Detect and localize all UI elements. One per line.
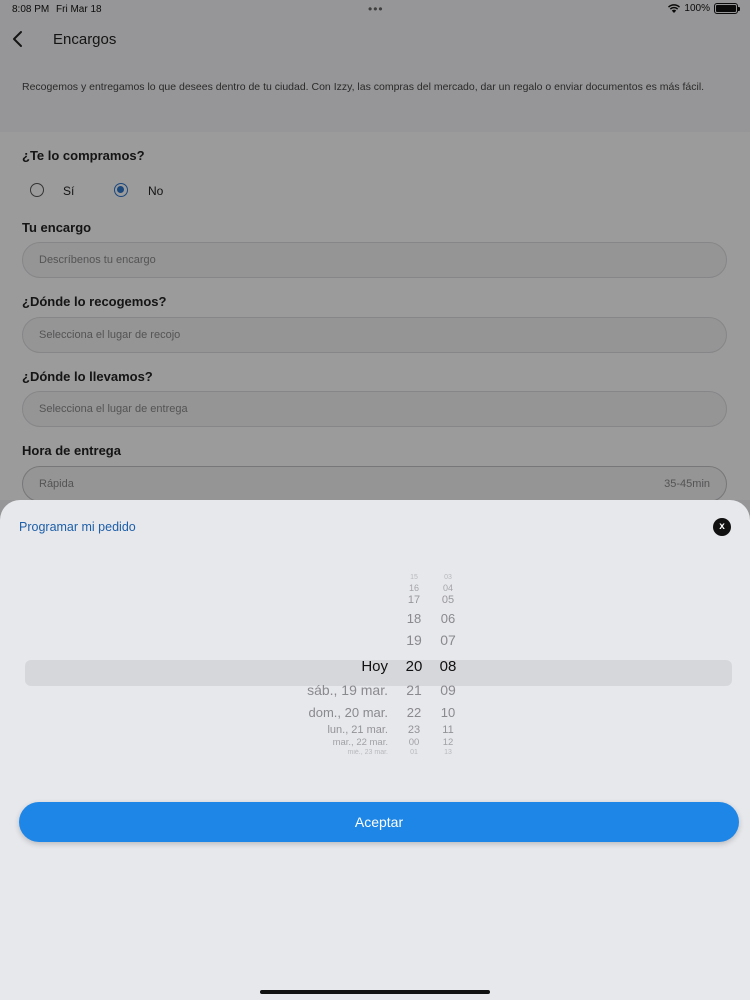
picker-hour-option[interactable]: 18	[407, 611, 421, 626]
picker-minute-option[interactable]: 11	[442, 724, 453, 736]
picker-minute-option[interactable]: 09	[440, 682, 456, 698]
picker-hour-option[interactable]: 17	[408, 594, 420, 606]
picker-minute-option[interactable]: 08	[440, 658, 457, 675]
picker-minute-option[interactable]: 07	[440, 632, 456, 648]
picker-hour-option[interactable]: 19	[406, 632, 422, 648]
picker-minute-option[interactable]: 13	[444, 749, 452, 756]
picker-minute-option[interactable]: 12	[443, 737, 454, 748]
picker-minute-option[interactable]: 05	[442, 594, 454, 606]
picker-day-option[interactable]: Hoy	[361, 658, 388, 675]
picker-minute-option[interactable]: 06	[441, 611, 455, 626]
close-button[interactable]: x	[713, 518, 731, 536]
picker-day-option[interactable]: mar., 22 mar.	[333, 737, 388, 748]
picker-minute-option[interactable]: 03	[444, 574, 452, 581]
sheet-title: Programar mi pedido	[19, 520, 136, 534]
picker-minute-option[interactable]: 04	[443, 583, 453, 593]
picker-hour-option[interactable]: 01	[410, 749, 418, 756]
accept-button[interactable]: Aceptar	[19, 802, 739, 842]
picker-hour-option[interactable]: 21	[406, 682, 422, 698]
picker-hour-option[interactable]: 23	[408, 724, 420, 736]
picker-minute-option[interactable]: 10	[441, 705, 455, 720]
picker-day-option[interactable]: mié., 23 mar.	[348, 749, 388, 756]
picker-day-option[interactable]: sáb., 19 mar.	[307, 682, 388, 698]
picker-hour-option[interactable]: 22	[407, 705, 421, 720]
picker-day-option[interactable]: dom., 20 mar.	[309, 705, 388, 720]
picker-hour-option[interactable]: 20	[406, 658, 423, 675]
schedule-sheet: Programar mi pedido x Hoy sáb., 19 mar. do…	[0, 500, 750, 1000]
home-indicator	[260, 990, 490, 994]
picker-hour-option[interactable]: 15	[410, 574, 418, 581]
picker-hour-option[interactable]: 16	[409, 583, 419, 593]
picker-hour-option[interactable]: 00	[409, 737, 420, 748]
picker-day-option[interactable]: lun., 21 mar.	[327, 724, 388, 736]
